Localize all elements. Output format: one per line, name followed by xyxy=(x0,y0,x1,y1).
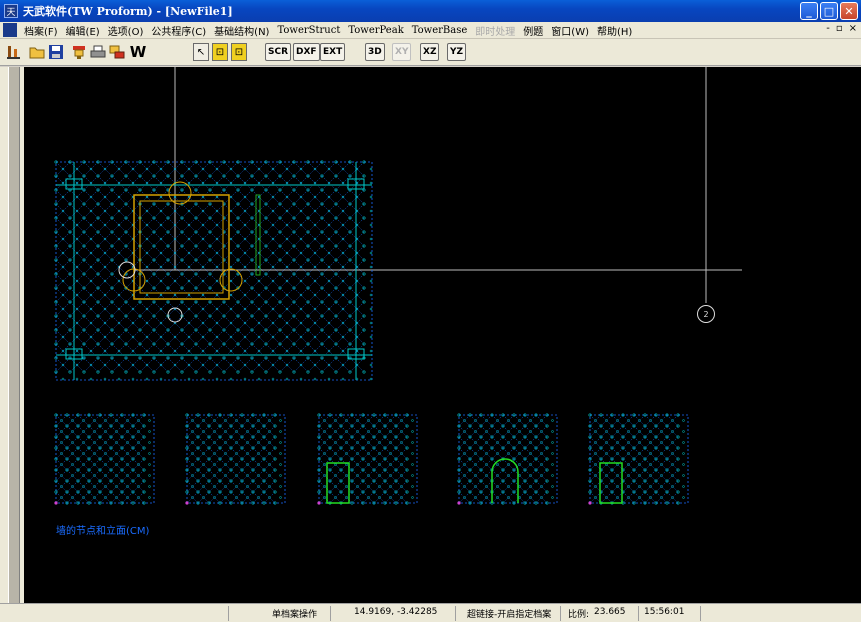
xz-button[interactable]: XZ xyxy=(420,43,440,61)
scr-button[interactable]: SCR xyxy=(265,43,292,61)
menu-common[interactable]: 公共程序(C) xyxy=(147,23,210,38)
panel-origin xyxy=(185,501,189,505)
status-scale-label: 比例: xyxy=(568,610,590,620)
elevation-panel xyxy=(588,413,689,505)
view-toggle-2[interactable]: ⊡ xyxy=(231,43,247,61)
menu-window[interactable]: 窗口(W) xyxy=(547,23,593,38)
mdi-close-button[interactable]: × xyxy=(849,23,857,34)
w-icon[interactable]: W xyxy=(128,42,148,62)
print-setup-icon[interactable] xyxy=(107,42,127,62)
status-scale-value: 23.665 xyxy=(594,607,626,617)
document-icon[interactable] xyxy=(3,23,17,37)
panel-origin xyxy=(54,501,58,505)
menu-foundation[interactable]: 基础结构(N) xyxy=(210,23,273,38)
left-scrollbar[interactable] xyxy=(8,67,20,603)
status-mode: 单档案操作 xyxy=(272,610,318,620)
select-toggle[interactable]: ↖ xyxy=(193,43,209,61)
drawing-canvas[interactable]: 墙的节点和立面(CM) 2 xyxy=(24,67,861,603)
menu-towerstruct[interactable]: TowerStruct xyxy=(273,25,344,36)
dxf-button[interactable]: DXF xyxy=(293,43,320,61)
elevation-panel xyxy=(54,413,155,505)
menu-examples[interactable]: 例题 xyxy=(519,23,547,38)
status-bar: 单档案操作 14.9169, -3.42285 超链接-开启指定档案 比例: 2… xyxy=(0,603,861,622)
menu-options[interactable]: 选项(O) xyxy=(104,23,148,38)
menu-towerbase[interactable]: TowerBase xyxy=(408,25,472,36)
drawing-caption: 墙的节点和立面(CM) xyxy=(56,526,150,537)
menu-realtime[interactable]: 即时处理 xyxy=(471,23,519,38)
save-icon[interactable] xyxy=(46,42,66,62)
view-toggle-1[interactable]: ⊡ xyxy=(212,43,228,61)
mdi-restore-button[interactable]: ▫ xyxy=(836,23,843,34)
panel-origin xyxy=(457,501,461,505)
close-button[interactable]: ✕ xyxy=(840,2,858,20)
title-bar: 天 天武软件(TW Proform) - [NewFile1] _ □ ✕ xyxy=(0,0,861,22)
grid-axis-label: 2 xyxy=(703,309,709,319)
elevation-panel xyxy=(317,413,418,505)
menu-edit[interactable]: 编辑(E) xyxy=(62,23,104,38)
side-column xyxy=(255,194,261,276)
open-project-icon[interactable] xyxy=(4,42,24,62)
maximize-button[interactable]: □ xyxy=(820,2,838,20)
window-title: 天武软件(TW Proform) - [NewFile1] xyxy=(23,5,233,18)
panel-origin xyxy=(317,501,321,505)
app-icon[interactable]: 天 xyxy=(4,4,18,18)
menu-help[interactable]: 帮助(H) xyxy=(593,23,636,38)
status-hyperlink: 超链接-开启指定档案 xyxy=(467,610,552,620)
minimize-button[interactable]: _ xyxy=(800,2,818,20)
xy-button[interactable]: XY xyxy=(392,43,412,61)
menu-towerpeak[interactable]: TowerPeak xyxy=(344,25,407,36)
yz-button[interactable]: YZ xyxy=(447,43,467,61)
3d-button[interactable]: 3D xyxy=(365,43,385,61)
status-coordinates: 14.9169, -3.42285 xyxy=(354,607,438,617)
panel-origin xyxy=(588,501,592,505)
left-ruler xyxy=(0,67,24,603)
ext-button[interactable]: EXT xyxy=(320,43,346,61)
folder-icon[interactable] xyxy=(27,42,47,62)
mdi-minimize-button[interactable]: - xyxy=(826,23,830,34)
print-icon[interactable] xyxy=(88,42,108,62)
grid-axis-marker: 2 xyxy=(697,305,715,323)
status-time: 15:56:01 xyxy=(644,607,685,617)
menu-bar: 档案(F) 编辑(E) 选项(O) 公共程序(C) 基础结构(N) TowerS… xyxy=(0,22,861,39)
cad-drawing xyxy=(54,67,742,505)
toolbar: W ↖ ⊡ ⊡ SCR DXF EXT 3D XY XZ YZ xyxy=(0,39,861,66)
node-circle xyxy=(118,261,136,279)
elevation-panel xyxy=(185,413,286,505)
menu-file[interactable]: 档案(F) xyxy=(20,23,62,38)
preview-icon[interactable] xyxy=(69,42,89,62)
